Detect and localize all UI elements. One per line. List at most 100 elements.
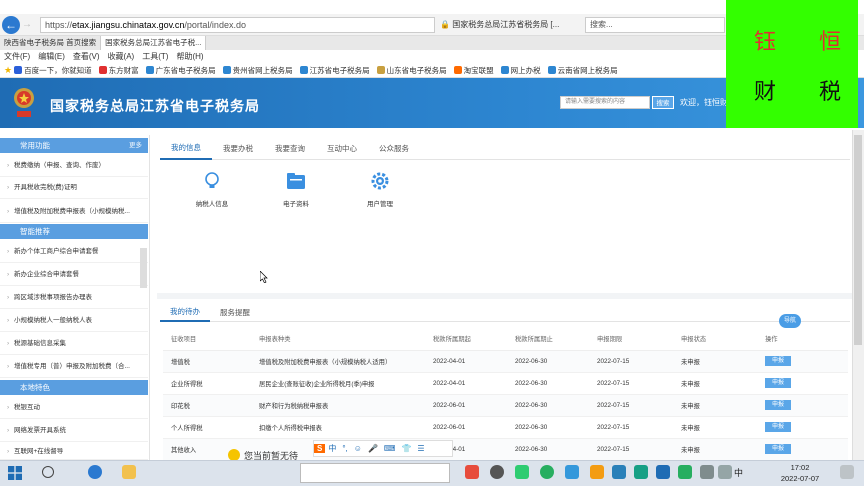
sidebar-item[interactable]: 税费缴纳（申报、查询、作废） xyxy=(0,155,148,177)
menu-tools[interactable]: 工具(T) xyxy=(138,50,172,63)
tab-interaction[interactable]: 互动中心 xyxy=(316,139,368,159)
ime-punct-icon[interactable]: °, xyxy=(339,444,350,453)
tray-icon[interactable] xyxy=(656,465,670,479)
declare-button[interactable]: 申报 xyxy=(765,444,791,454)
app-icon[interactable] xyxy=(515,465,529,479)
back-button[interactable]: ← xyxy=(2,16,20,34)
sidebar-item[interactable]: 小规模纳税人一般纳税人表 xyxy=(0,310,148,332)
network-icon[interactable] xyxy=(718,465,732,479)
favorite-label: 广东省电子税务局 xyxy=(155,65,216,75)
app-icon[interactable] xyxy=(465,465,479,479)
sidebar-section-local[interactable]: 本地特色 xyxy=(0,380,148,395)
file-explorer-icon[interactable] xyxy=(122,465,136,479)
ime-skin-icon[interactable]: 👕 xyxy=(398,444,414,453)
ime-mic-icon[interactable]: 🎤 xyxy=(365,444,381,453)
tray-icon[interactable] xyxy=(634,465,648,479)
menu-edit[interactable]: 编辑(E) xyxy=(34,50,69,63)
favorite-item[interactable]: 云南省网上税务局 xyxy=(546,63,623,78)
taskbar-search-box[interactable] xyxy=(300,463,450,483)
favorite-item[interactable]: 贵州省网上税务局 xyxy=(221,63,298,78)
sidebar-item[interactable]: 网络发票开具系统 xyxy=(0,420,148,442)
cell: 增值税 xyxy=(163,350,251,373)
sidebar-item[interactable]: 税源基础信息采集 xyxy=(0,333,148,355)
declare-button[interactable]: 申报 xyxy=(765,422,791,432)
sidebar-item[interactable]: 税银互动 xyxy=(0,397,148,419)
menu-help[interactable]: 帮助(H) xyxy=(172,50,207,63)
app-icon[interactable] xyxy=(490,465,504,479)
browser-tab-1[interactable]: 陕西省电子税务局 首页搜索 xyxy=(0,36,102,50)
url-field[interactable]: https://etax.jiangsu.chinatax.gov.cn/por… xyxy=(40,17,435,33)
cell: 2022-07-15 xyxy=(589,438,673,461)
more-link[interactable]: 更多 xyxy=(129,138,142,153)
browser-search-input[interactable]: 搜索... xyxy=(585,17,725,33)
site-search-button[interactable]: 搜索 xyxy=(652,96,674,109)
windows-start-icon[interactable] xyxy=(8,466,22,480)
tray-icon[interactable] xyxy=(590,465,604,479)
ime-keyboard-icon[interactable]: ⌨ xyxy=(381,444,399,453)
site-search-input[interactable]: 请输入需要搜索的内容 xyxy=(560,96,650,109)
quick-taxpayer-info[interactable]: 纳税人信息 xyxy=(182,170,242,208)
sidebar-item[interactable]: 增值税专用（普）申报及附加税费（合... xyxy=(0,356,148,378)
table-row: 企业所得税 居民企业(查账征收)企业所得税月(季)申报 2022-04-01 2… xyxy=(163,372,848,395)
page-scrollbar-thumb[interactable] xyxy=(854,135,862,345)
clock-time: 17:02 xyxy=(790,463,810,472)
sidebar-item[interactable]: 增值税及附加税费申报表（小规模纳税... xyxy=(0,201,148,223)
favorite-item[interactable]: 百度一下，你就知道 xyxy=(12,63,97,78)
float-nav-bubble[interactable]: 导航 xyxy=(779,314,801,328)
favorite-item[interactable]: 山东省电子税务局 xyxy=(375,63,452,78)
favorite-item[interactable]: 淘宝联盟 xyxy=(452,63,499,78)
sidebar-item[interactable]: 新办企业综合申请套餐 xyxy=(0,264,148,286)
mouse-cursor-icon xyxy=(260,271,268,283)
sidebar-item[interactable]: 开具税收完税(费)证明 xyxy=(0,177,148,199)
ime-mode[interactable]: 中 xyxy=(325,443,339,454)
notification-icon[interactable] xyxy=(840,465,854,479)
favorite-label: 淘宝联盟 xyxy=(463,65,494,75)
tray-icon[interactable] xyxy=(678,465,692,479)
sidebar-item[interactable]: 新办个体工商户综合申请套餐 xyxy=(0,241,148,263)
app-icon[interactable] xyxy=(565,465,579,479)
cell: 扣缴个人所得税申报表 xyxy=(251,416,425,439)
sidebar-item[interactable]: 互联网+在线督导 xyxy=(0,443,148,460)
cell: 申报 xyxy=(757,394,848,417)
browser-tab-2[interactable]: 国家税务总局江苏省电子税... xyxy=(101,36,207,50)
cell: 增值税及附加税费申报表（小规模纳税人适用） xyxy=(251,350,425,373)
sidebar-scrollbar[interactable] xyxy=(140,248,147,288)
security-title: 国家税务总局江苏省税务局 [... xyxy=(452,20,560,29)
ie-browser-icon[interactable] xyxy=(88,465,102,479)
tab-do-tax[interactable]: 我要办税 xyxy=(212,139,264,159)
quick-user-management[interactable]: 用户管理 xyxy=(350,170,410,208)
declare-button[interactable]: 申报 xyxy=(765,400,791,410)
cell: 2022-06-30 xyxy=(507,394,589,417)
declare-button[interactable]: 申报 xyxy=(765,378,791,388)
ime-logo-icon[interactable]: S xyxy=(314,444,326,453)
site-title: 国家税务总局江苏省电子税务局 xyxy=(50,98,260,114)
tab-my-todo[interactable]: 我的待办 xyxy=(160,304,210,322)
ime-emoji-icon[interactable]: ☺ xyxy=(351,444,365,453)
menu-view[interactable]: 查看(V) xyxy=(69,50,104,63)
taskbar-clock[interactable]: 17:02 2022-07-07 xyxy=(772,462,828,484)
menu-file[interactable]: 文件(F) xyxy=(0,50,34,63)
sidebar-section-common[interactable]: 常用功能 更多 xyxy=(0,138,148,153)
ime-menu-icon[interactable]: ☰ xyxy=(414,444,427,453)
tray-icon[interactable] xyxy=(612,465,626,479)
favorite-item[interactable]: 网上办税 xyxy=(499,63,546,78)
app-icon[interactable] xyxy=(540,465,554,479)
tab-query[interactable]: 我要查询 xyxy=(264,139,316,159)
sidebar-item[interactable]: 跨区域涉税事项报告办理表 xyxy=(0,287,148,309)
declare-button[interactable]: 申报 xyxy=(765,356,791,366)
sidebar-section-recommend[interactable]: 智能推荐 xyxy=(0,224,148,239)
tab-service-reminder[interactable]: 服务提醒 xyxy=(210,305,260,321)
tab-public-service[interactable]: 公众服务 xyxy=(368,139,420,159)
sidebar: 常用功能 更多 税费缴纳（申报、查询、作废） 开具税收完税(费)证明 增值税及附… xyxy=(0,135,150,460)
input-method-indicator[interactable]: 中 xyxy=(734,466,743,479)
menu-favorites[interactable]: 收藏(A) xyxy=(104,50,139,63)
favorite-item[interactable]: 江苏省电子税务局 xyxy=(298,63,375,78)
search-icon[interactable] xyxy=(42,466,54,478)
favorite-item[interactable]: 广东省电子税务局 xyxy=(144,63,221,78)
volume-icon[interactable] xyxy=(700,465,714,479)
favorite-item[interactable]: 东方财富 xyxy=(97,63,144,78)
quick-e-documents[interactable]: 电子资料 xyxy=(266,170,326,208)
security-indicator[interactable]: 🔒 国家税务总局江苏省税务局 [... xyxy=(440,17,580,33)
tab-my-info[interactable]: 我的信息 xyxy=(160,138,212,160)
forward-button[interactable]: → xyxy=(22,18,36,32)
